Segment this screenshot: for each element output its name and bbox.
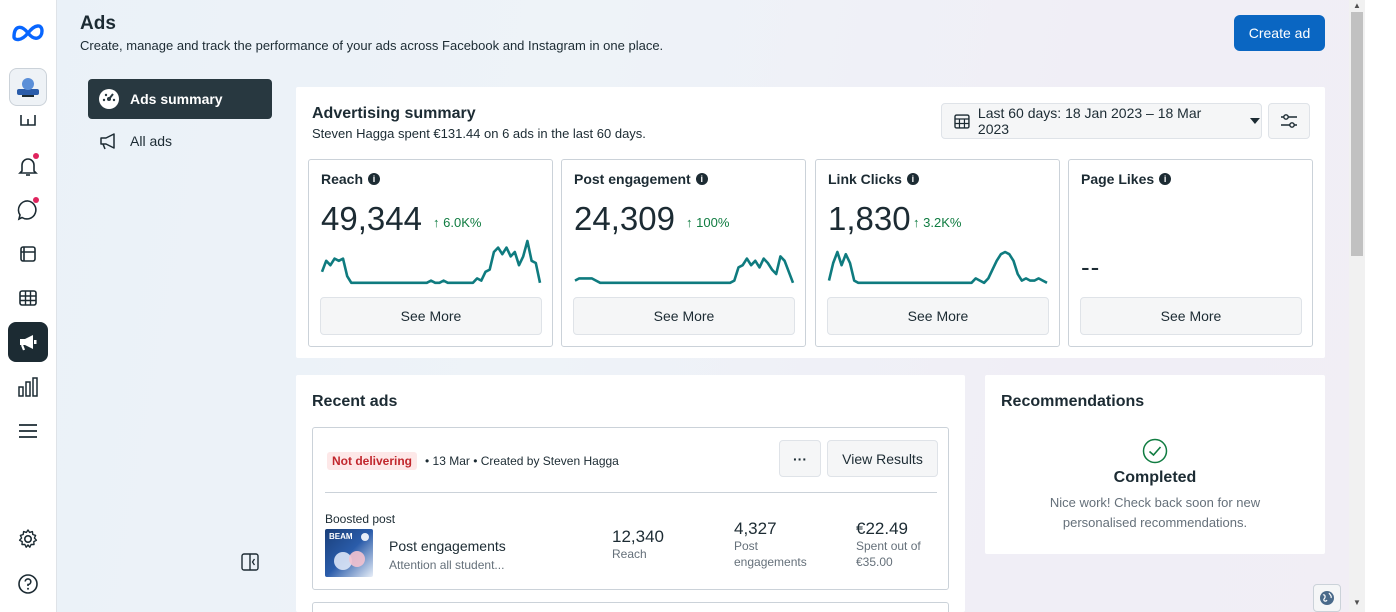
sliders-icon	[1281, 114, 1297, 128]
see-more-button[interactable]: See More	[827, 297, 1049, 335]
create-ad-button[interactable]: Create ad	[1234, 15, 1325, 51]
metric-title: Page Likes i	[1081, 171, 1172, 187]
advertising-summary-panel: Advertising summary Steven Hagga spent €…	[296, 87, 1325, 358]
sparkline-post-engagement	[574, 255, 795, 285]
insights-icon[interactable]	[8, 367, 48, 407]
info-icon[interactable]: i	[906, 173, 919, 185]
stat-engagements-label: Post engagements	[734, 539, 807, 569]
calendar-icon	[954, 114, 970, 129]
nav-item-label: All ads	[130, 133, 173, 149]
sparkline-series	[827, 250, 1048, 285]
ad-type: Boosted post	[325, 512, 396, 526]
stat-reach-value: 12,340	[612, 527, 664, 546]
info-icon[interactable]: i	[695, 173, 708, 185]
metric-card-post-engagement: Post engagement i 24,309 ↑ 100% See More	[561, 159, 806, 347]
scrollbar-thumb[interactable]	[1351, 12, 1363, 256]
scroll-down-icon[interactable]: ▼	[1353, 598, 1361, 607]
menu-icon[interactable]	[8, 411, 48, 451]
help-icon[interactable]	[8, 564, 48, 604]
metric-change: ↑ 100%	[686, 215, 730, 230]
metric-title: Reach i	[321, 171, 381, 187]
metric-title: Link Clicks i	[828, 171, 919, 187]
language-globe-button[interactable]	[1313, 584, 1341, 612]
messages-icon[interactable]	[8, 190, 48, 230]
nav-item-label: Ads summary	[130, 91, 223, 107]
more-options-button[interactable]: ···	[779, 440, 821, 477]
metric-card-link-clicks: Link Clicks i 1,830 ↑ 3.2K% See More	[815, 159, 1060, 347]
recommendations-message: Nice work! Check back soon for new perso…	[1049, 495, 1261, 530]
sparkline-reach	[320, 239, 542, 285]
recent-ads-title: Recent ads	[312, 393, 398, 410]
home-icon[interactable]	[8, 112, 48, 134]
notifications-icon[interactable]	[8, 146, 48, 186]
nav-item-all-ads[interactable]: All ads	[88, 121, 272, 161]
message-dot	[33, 197, 39, 203]
page-title: Ads	[80, 13, 116, 34]
metric-change: ↑ 3.2K%	[913, 215, 962, 230]
sparkline-link-clicks	[827, 250, 1048, 285]
dashboard-icon	[99, 89, 119, 109]
recent-ads-panel: Recent ads Not delivering • 13 Mar • Cre…	[296, 375, 965, 612]
vertical-scrollbar[interactable]: ▲ ▼	[1349, 0, 1365, 612]
stat-reach-label: Reach	[612, 547, 647, 561]
ads-icon[interactable]	[8, 322, 48, 362]
divider	[325, 492, 937, 493]
recommendations-panel: Recommendations Completed Nice work! Che…	[985, 375, 1325, 554]
page-subtitle: Create, manage and track the performance…	[80, 38, 664, 53]
chevron-down-icon	[1250, 118, 1261, 124]
metric-value: --	[1081, 252, 1101, 282]
filter-settings-button[interactable]	[1268, 103, 1310, 139]
info-icon[interactable]: i	[1159, 173, 1172, 185]
ad-description: Attention all student...	[389, 558, 505, 572]
meta-logo-icon[interactable]	[8, 12, 48, 52]
metric-title: Post engagement i	[574, 171, 708, 187]
metric-value: 1,830	[828, 200, 911, 237]
notification-dot	[33, 153, 39, 159]
info-icon[interactable]: i	[368, 173, 381, 185]
recommendations-title: Recommendations	[1001, 393, 1145, 410]
stat-spent-value: €22.49	[856, 519, 908, 538]
sparkline-series	[574, 255, 795, 285]
left-rail	[0, 0, 57, 612]
metric-change: ↑ 6.0K%	[433, 215, 482, 230]
see-more-button[interactable]: See More	[573, 297, 795, 335]
metric-value: 49,344	[321, 200, 422, 237]
collapse-sidebar-icon[interactable]	[240, 552, 260, 572]
ad-name[interactable]: Post engagements	[389, 538, 506, 554]
megaphone-icon	[100, 133, 115, 150]
view-results-button[interactable]: View Results	[827, 440, 938, 477]
check-circle-icon	[1142, 438, 1168, 464]
sparkline-series	[320, 239, 542, 285]
stat-engagements-value: 4,327	[734, 519, 777, 538]
globe-icon	[1320, 591, 1334, 605]
ad-card: Not delivering • 13 Mar • Created by Ste…	[312, 427, 949, 590]
date-range-label: Last 60 days: 18 Jan 2023 – 18 Mar 2023	[977, 105, 1202, 137]
ad-meta: • 13 Mar • Created by Steven Hagga	[425, 454, 619, 468]
metric-value: 24,309	[574, 200, 675, 237]
thumbnail-graphic-icon	[334, 533, 369, 570]
nav-item-ads-summary[interactable]: Ads summary	[88, 79, 272, 119]
see-more-button[interactable]: See More	[320, 297, 542, 335]
recommendations-status: Completed	[1113, 469, 1197, 486]
settings-icon[interactable]	[8, 519, 48, 559]
ad-thumbnail[interactable]: BEAM	[325, 529, 373, 577]
metric-card-reach: Reach i 49,344 ↑ 6.0K% See More	[308, 159, 553, 347]
page-avatar[interactable]	[9, 68, 47, 106]
stat-spent-label: Spent out of €35.00	[856, 539, 921, 569]
see-more-button[interactable]: See More	[1080, 297, 1302, 335]
status-badge: Not delivering	[327, 452, 418, 470]
summary-title: Advertising summary	[312, 105, 476, 122]
metric-card-page-likes: Page Likes i -- See More	[1068, 159, 1313, 347]
scroll-up-icon[interactable]: ▲	[1353, 1, 1361, 10]
planner-icon[interactable]	[8, 278, 48, 318]
ad-card-next	[312, 602, 949, 612]
right-gutter	[1365, 0, 1396, 612]
content-icon[interactable]	[8, 234, 48, 274]
date-range-selector[interactable]: Last 60 days: 18 Jan 2023 – 18 Mar 2023	[941, 103, 1262, 139]
summary-subtitle: Steven Hagga spent €131.44 on 6 ads in t…	[312, 126, 646, 141]
